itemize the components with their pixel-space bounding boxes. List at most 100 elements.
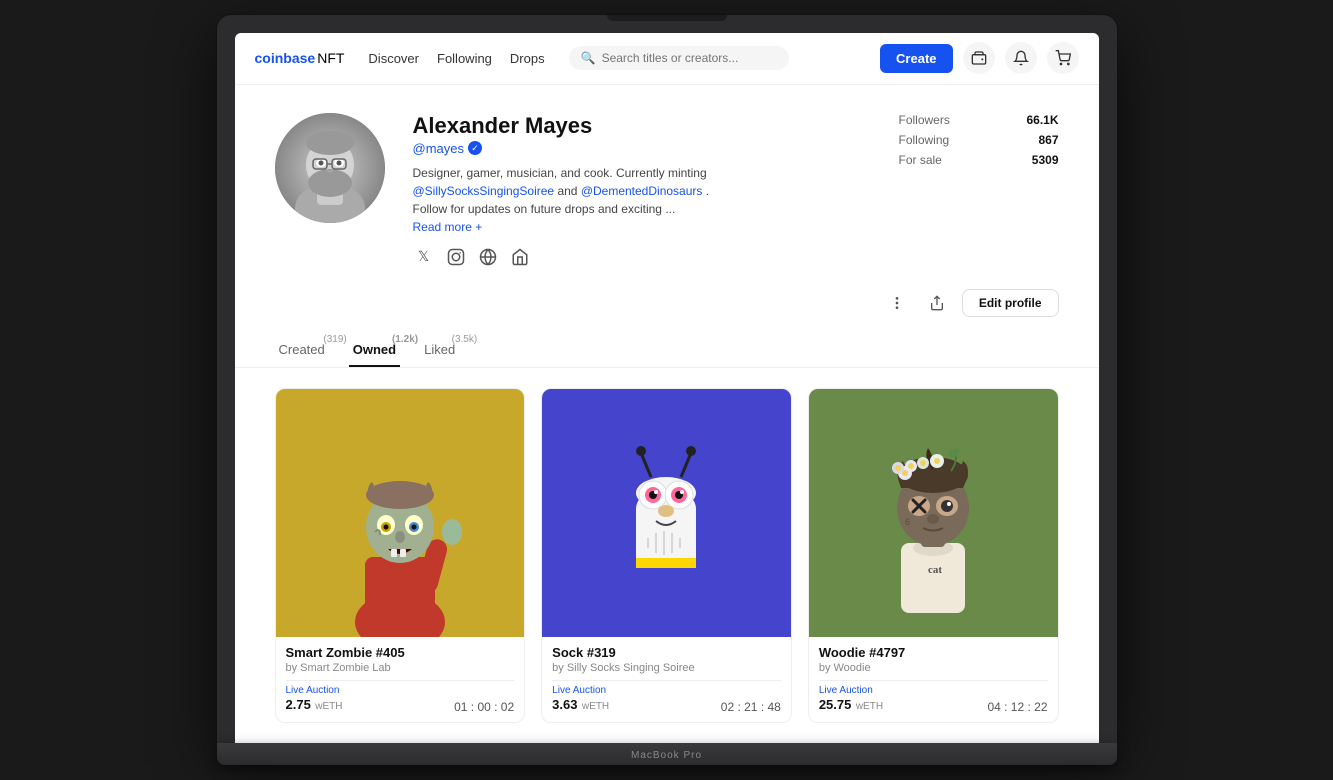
nft-auction-1: Live Auction	[552, 685, 609, 696]
nft-card-1[interactable]: Sock #319 by Silly Socks Singing Soiree …	[541, 388, 792, 724]
profile-bio: Designer, gamer, musician, and cook. Cur…	[413, 164, 793, 218]
create-button[interactable]: Create	[880, 44, 952, 73]
for-sale-value: 5309	[1032, 153, 1059, 167]
more-options-btn[interactable]	[882, 288, 912, 318]
nft-price-1: 3.63 wETH	[552, 696, 609, 714]
bio-text-3: Follow for updates on future drops and e…	[413, 202, 676, 216]
profile-section: Alexander Mayes @mayes ✓ Designer, gamer…	[235, 85, 1099, 284]
nft-price-wrap-2: Live Auction 25.75 wETH	[819, 685, 883, 714]
nft-creator-1: by Silly Socks Singing Soiree	[552, 662, 781, 674]
twitter-icon[interactable]: 𝕏	[413, 246, 435, 268]
bell-icon	[1013, 50, 1029, 66]
profile-name: Alexander Mayes	[413, 113, 871, 139]
stat-for-sale: For sale 5309	[899, 153, 1059, 167]
nft-auction-2: Live Auction	[819, 685, 883, 696]
nft-card-0[interactable]: Smart Zombie #405 by Smart Zombie Lab Li…	[275, 388, 526, 724]
nft-creator-2: by Woodie	[819, 662, 1048, 674]
nft-timer-0: 01 : 00 : 02	[454, 700, 514, 714]
stat-followers: Followers 66.1K	[899, 113, 1059, 127]
nft-timer-wrap-0: 01 : 00 : 02	[454, 698, 514, 714]
nav-right: Create	[880, 42, 1078, 74]
instagram-icon[interactable]	[445, 246, 467, 268]
nft-auction-0: Live Auction	[286, 685, 343, 696]
nft-price-0: 2.75 wETH	[286, 696, 343, 714]
stat-following: Following 867	[899, 133, 1059, 147]
ellipsis-vertical-icon	[889, 295, 905, 311]
nft-title-2: Woodie #4797	[819, 645, 1048, 660]
brand-nft-text: NFT	[317, 50, 344, 66]
handle-text[interactable]: @mayes	[413, 141, 465, 156]
wallet-icon	[971, 50, 987, 66]
search-input[interactable]	[602, 51, 777, 65]
nft-footer-1: Live Auction 3.63 wETH 02 : 21 : 48	[552, 685, 781, 714]
nft-bg-zombie	[276, 389, 525, 638]
globe-icon[interactable]	[477, 246, 499, 268]
tab-liked-label: Liked	[424, 342, 455, 357]
nft-price-2: 25.75 wETH	[819, 696, 883, 714]
nft-bg-sock	[542, 389, 791, 638]
tab-owned[interactable]: Owned (1.2k)	[349, 334, 400, 367]
nft-title-0: Smart Zombie #405	[286, 645, 515, 660]
laptop-base: MacBook Pro	[217, 743, 1117, 765]
brand-coinbase-text: coinbase	[255, 50, 316, 66]
nav-discover[interactable]: Discover	[368, 51, 419, 66]
tab-created-label: Created	[279, 342, 325, 357]
nft-image-0	[276, 389, 525, 638]
following-label: Following	[899, 133, 950, 147]
nft-image-1	[542, 389, 791, 638]
laptop-shell: coinbase NFT Discover Following Drops 🔍 …	[217, 15, 1117, 766]
nft-footer-0: Live Auction 2.75 wETH 01 : 00 : 02	[286, 685, 515, 714]
nft-card-2[interactable]: cat	[808, 388, 1059, 724]
sock-artwork	[566, 413, 766, 613]
macbook-label: MacBook Pro	[631, 750, 702, 761]
tabs-row: Created (319) Owned (1.2k) Liked (3.5k)	[275, 334, 1059, 367]
nav-following[interactable]: Following	[437, 51, 492, 66]
nft-timer-1: 02 : 21 : 48	[721, 700, 781, 714]
verified-badge: ✓	[468, 141, 482, 155]
profile-actions: Edit profile	[235, 284, 1099, 326]
read-more-link[interactable]: Read more +	[413, 220, 871, 234]
avatar-image	[275, 113, 385, 223]
cart-icon	[1055, 50, 1071, 66]
bio-text-2: .	[706, 184, 709, 198]
tab-created[interactable]: Created (319)	[275, 334, 329, 367]
nav-drops[interactable]: Drops	[510, 51, 545, 66]
nft-info-0: Smart Zombie #405 by Smart Zombie Lab Li…	[276, 637, 525, 722]
woodie-artwork: cat	[833, 413, 1033, 613]
nft-footer-2: Live Auction 25.75 wETH 04 : 12 : 22	[819, 685, 1048, 714]
store-icon[interactable]	[509, 246, 531, 268]
divider-1	[552, 680, 781, 681]
screen-bezel: coinbase NFT Discover Following Drops 🔍 …	[217, 15, 1117, 744]
nft-bg-woodie: cat	[809, 389, 1058, 638]
zombie-artwork	[300, 437, 500, 637]
nft-grid: Smart Zombie #405 by Smart Zombie Lab Li…	[235, 368, 1099, 744]
divider-2	[819, 680, 1048, 681]
nft-creator-0: by Smart Zombie Lab	[286, 662, 515, 674]
bio-link-2[interactable]: @DementedDinosaurs	[581, 184, 703, 198]
cart-icon-btn[interactable]	[1047, 42, 1079, 74]
laptop-screen: coinbase NFT Discover Following Drops 🔍 …	[235, 33, 1099, 744]
avatar	[275, 113, 385, 223]
brand-logo[interactable]: coinbase NFT	[255, 50, 345, 66]
svg-text:6: 6	[905, 517, 910, 527]
for-sale-label: For sale	[899, 153, 942, 167]
bio-link-1[interactable]: @SillySocksSingingSoiree	[413, 184, 555, 198]
nft-price-wrap-1: Live Auction 3.63 wETH	[552, 685, 609, 714]
following-value: 867	[1038, 133, 1058, 147]
divider-0	[286, 680, 515, 681]
profile-stats: Followers 66.1K Following 867 For sale 5…	[899, 113, 1059, 173]
tab-created-count: (319)	[323, 334, 346, 345]
edit-profile-button[interactable]: Edit profile	[962, 289, 1059, 317]
nft-title-1: Sock #319	[552, 645, 781, 660]
svg-text:cat: cat	[928, 564, 942, 576]
navbar: coinbase NFT Discover Following Drops 🔍 …	[235, 33, 1099, 85]
tab-liked[interactable]: Liked (3.5k)	[420, 334, 459, 367]
tab-liked-count: (3.5k)	[452, 334, 478, 345]
notification-icon-btn[interactable]	[1005, 42, 1037, 74]
laptop-notch	[607, 15, 727, 21]
share-btn[interactable]	[922, 288, 952, 318]
nft-info-1: Sock #319 by Silly Socks Singing Soiree …	[542, 637, 791, 722]
followers-label: Followers	[899, 113, 950, 127]
followers-value: 66.1K	[1026, 113, 1058, 127]
wallet-icon-btn[interactable]	[963, 42, 995, 74]
